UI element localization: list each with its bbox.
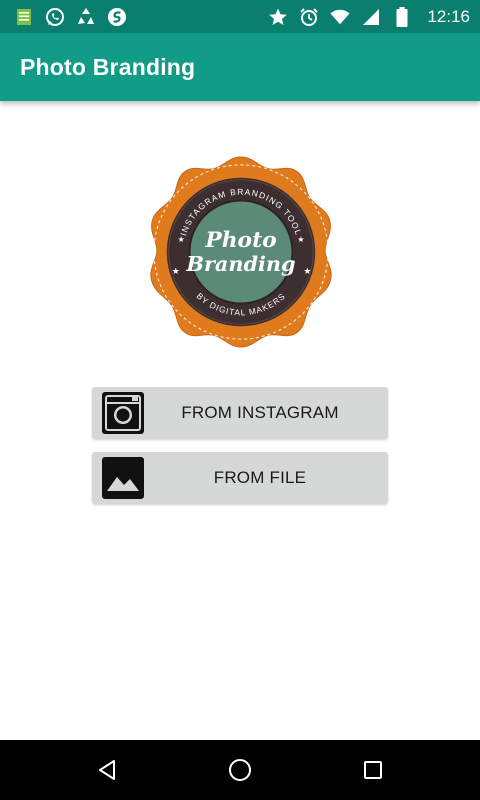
home-icon[interactable] bbox=[220, 750, 260, 790]
svg-text:★: ★ bbox=[297, 235, 304, 244]
logo-center-line2: Branding bbox=[185, 251, 295, 276]
svg-text:★: ★ bbox=[178, 235, 185, 244]
shazam-icon bbox=[107, 7, 127, 27]
recycle-icon bbox=[76, 7, 96, 27]
navigation-bar bbox=[0, 740, 480, 800]
status-right-icons: 12:16 bbox=[268, 6, 470, 27]
app-title: Photo Branding bbox=[20, 53, 196, 80]
svg-text:★: ★ bbox=[172, 267, 180, 277]
instagram-icon bbox=[102, 392, 144, 434]
main-content: ★ ★ ★ ★ INSTAGRAM BRANDING TOOL BY DIGIT… bbox=[0, 101, 480, 740]
from-instagram-button[interactable]: FROM INSTAGRAM bbox=[92, 387, 388, 439]
battery-icon bbox=[392, 6, 412, 27]
recents-icon[interactable] bbox=[353, 750, 393, 790]
svg-text:★: ★ bbox=[303, 267, 311, 277]
photo-branding-logo: ★ ★ ★ ★ INSTAGRAM BRANDING TOOL BY DIGIT… bbox=[150, 156, 332, 348]
status-bar: 12:16 bbox=[0, 0, 480, 33]
back-icon[interactable] bbox=[87, 750, 127, 790]
from-file-button[interactable]: FROM FILE bbox=[92, 452, 388, 504]
signal-icon bbox=[361, 7, 381, 27]
wifi-icon bbox=[330, 7, 350, 27]
status-left-icons bbox=[14, 7, 127, 27]
alarm-icon bbox=[299, 7, 319, 27]
notes-icon bbox=[14, 7, 34, 27]
app-bar: Photo Branding bbox=[0, 33, 480, 101]
logo-center-line1: Photo bbox=[204, 228, 276, 253]
star-icon bbox=[268, 7, 288, 27]
status-time: 12:16 bbox=[427, 6, 470, 26]
image-icon bbox=[102, 457, 144, 499]
whatsapp-icon bbox=[45, 7, 65, 27]
